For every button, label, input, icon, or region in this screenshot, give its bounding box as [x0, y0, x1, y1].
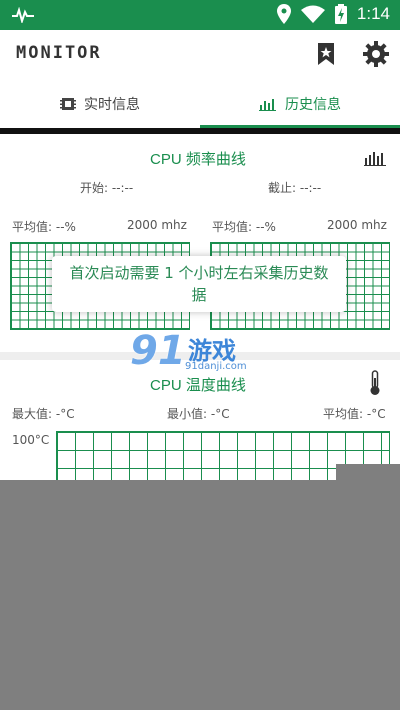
settings-gear-icon[interactable]	[363, 41, 389, 67]
watermark-url: 91danji.com	[185, 361, 247, 372]
grey-overlay	[0, 480, 400, 710]
activity-pulse-icon	[12, 7, 34, 23]
tab-history-label: 历史信息	[285, 97, 341, 113]
temp-max-label: 最大值: -°C	[12, 407, 75, 421]
tab-realtime-label: 实时信息	[84, 97, 140, 113]
freq-section-title: CPU 频率曲线	[150, 151, 246, 168]
tab-history[interactable]: 历史信息	[200, 80, 400, 128]
watermark-logo: 91 游戏 91danji.com	[130, 328, 270, 380]
app-bar: MONITOR	[0, 30, 400, 80]
freq-start-label: 开始: --:--	[80, 181, 134, 195]
tab-bar: 实时信息 历史信息	[0, 80, 400, 128]
freq-avg-right: 平均值: --%	[212, 220, 276, 234]
battery-charging-icon	[334, 4, 347, 24]
app-title: MONITOR	[16, 43, 102, 63]
status-time: 1:14	[356, 4, 390, 23]
grey-overlay-notch	[336, 464, 400, 480]
freq-mhz-left: 2000 mhz	[127, 218, 187, 232]
location-icon	[276, 4, 291, 24]
chip-icon	[60, 98, 76, 110]
freq-chart-icon	[364, 152, 386, 166]
bar-chart-icon	[259, 99, 276, 111]
freq-end-label: 截止: --:--	[268, 181, 322, 195]
temp-avg-label: 平均值: -°C	[323, 407, 386, 421]
temp-y-label: 100°C	[12, 433, 50, 447]
tab-divider	[0, 128, 400, 134]
app-screen: 1:14 MONITOR 实时信息 历史信息 CPU 频率曲线 开始: --:-…	[0, 0, 400, 710]
temp-min-label: 最小值: -°C	[167, 407, 230, 421]
info-toast: 首次启动需要 1 个小时左右采集历史数据	[52, 256, 346, 312]
bookmark-star-icon[interactable]	[316, 42, 336, 66]
freq-mhz-right: 2000 mhz	[327, 218, 387, 232]
freq-avg-left: 平均值: --%	[12, 220, 76, 234]
wifi-icon	[300, 5, 325, 23]
watermark-number: 91	[130, 328, 186, 374]
status-bar: 1:14	[0, 0, 400, 30]
thermometer-icon	[370, 370, 380, 395]
tab-realtime[interactable]: 实时信息	[0, 80, 200, 128]
